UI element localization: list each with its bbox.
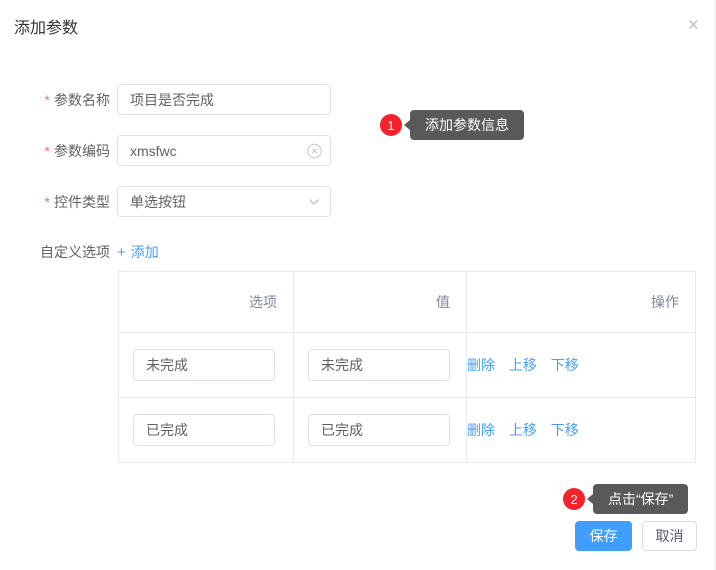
delete-link-row2[interactable]: 删除 <box>467 422 495 438</box>
dialog-footer: 保存 取消 <box>575 521 697 551</box>
options-table: 选项 值 操作 删除 上移 下移 删除 上移 <box>118 271 696 463</box>
move-down-link-row2[interactable]: 下移 <box>551 422 579 438</box>
required-asterisk: * <box>44 91 50 108</box>
clear-input-icon[interactable] <box>307 143 322 158</box>
param-name-input[interactable] <box>117 84 331 115</box>
custom-options-row: 自定义选项 + 添加 <box>0 242 159 262</box>
move-up-link-row2[interactable]: 上移 <box>509 422 537 438</box>
column-header-value: 值 <box>293 271 467 333</box>
dialog-title: 添加参数 <box>14 20 79 37</box>
chevron-down-icon <box>308 198 320 206</box>
control-type-select[interactable]: 单选按钮 <box>117 186 331 217</box>
save-button[interactable]: 保存 <box>575 521 632 551</box>
required-asterisk: * <box>44 193 50 210</box>
annotation-step-1: 1 添加参数信息 <box>380 110 524 140</box>
add-parameter-dialog: 添加参数 × *参数名称 *参数编码 *控件类型 单选按钮 <box>0 0 716 570</box>
table-header-row: 选项 值 操作 <box>118 271 696 333</box>
cancel-button[interactable]: 取消 <box>642 521 697 551</box>
add-option-label: 添加 <box>130 244 159 260</box>
param-code-label: * 参数编码 <box>44 142 110 159</box>
annotation-step-2: 2 点击“保存” <box>563 484 689 514</box>
move-up-link-row1[interactable]: 上移 <box>509 357 537 373</box>
table-row: 删除 上移 下移 <box>118 332 696 398</box>
column-header-actions: 操作 <box>466 271 696 333</box>
field-row-control-type: * 控件类型 单选按钮 <box>0 186 331 217</box>
param-code-input[interactable] <box>117 135 331 166</box>
add-option-button[interactable]: + 添加 <box>117 242 159 262</box>
table-row: 删除 上移 下移 <box>118 397 696 463</box>
plus-icon: + <box>117 243 126 261</box>
required-asterisk: * <box>44 142 50 159</box>
delete-link-row1[interactable]: 删除 <box>467 357 495 373</box>
field-row-param-name: * 参数名称 <box>0 84 331 115</box>
option-value-input-row2[interactable] <box>308 414 450 446</box>
close-icon[interactable]: × <box>688 16 699 35</box>
field-row-param-code: * 参数编码 <box>0 135 331 166</box>
step-2-badge: 2 <box>563 488 585 510</box>
option-value-input-row1[interactable] <box>308 349 450 381</box>
column-header-option: 选项 <box>118 271 294 333</box>
control-type-label: * 控件类型 <box>44 193 110 210</box>
step-1-badge: 1 <box>380 114 402 136</box>
option-name-input-row1[interactable] <box>133 349 275 381</box>
control-type-selected-value: 单选按钮 <box>130 193 186 210</box>
move-down-link-row1[interactable]: 下移 <box>551 357 579 373</box>
option-name-input-row2[interactable] <box>133 414 275 446</box>
step-2-tooltip: 点击“保存” <box>593 484 689 514</box>
param-name-label: * 参数名称 <box>44 91 110 108</box>
step-1-tooltip: 添加参数信息 <box>410 110 524 140</box>
custom-options-label: 自定义选项 <box>40 244 110 260</box>
